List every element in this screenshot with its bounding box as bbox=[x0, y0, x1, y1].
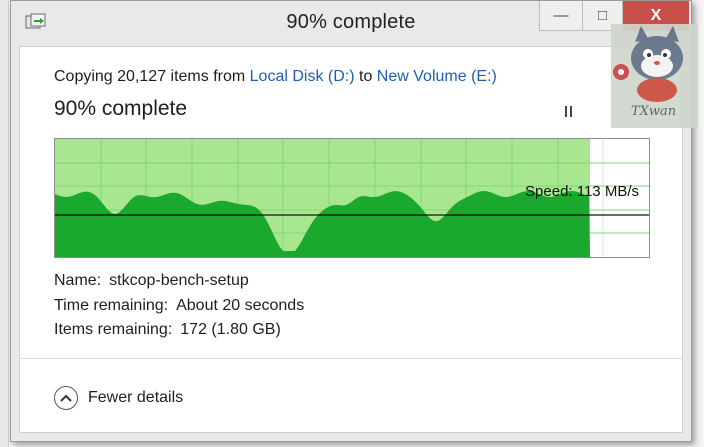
close-icon: X bbox=[650, 7, 662, 24]
copy-summary-connector: to bbox=[354, 68, 377, 85]
detail-items-label: Items remaining: bbox=[54, 321, 173, 338]
detail-items-value: 172 (1.80 GB) bbox=[180, 321, 281, 338]
minimize-button[interactable]: — bbox=[539, 1, 583, 31]
watermark-sticker: TXwan bbox=[611, 24, 698, 128]
copy-summary: Copying 20,127 items from Local Disk (D:… bbox=[54, 68, 497, 86]
fewer-details-label: Fewer details bbox=[88, 389, 184, 406]
destination-link[interactable]: New Volume (E:) bbox=[377, 68, 497, 85]
pause-button[interactable] bbox=[558, 102, 578, 120]
detail-time: Time remaining: About 20 seconds bbox=[54, 297, 304, 315]
detail-time-value: About 20 seconds bbox=[176, 297, 305, 314]
pause-icon bbox=[564, 105, 572, 117]
fewer-details-button[interactable]: Fewer details bbox=[54, 386, 183, 410]
background-window-edge bbox=[0, 0, 9, 447]
cat-mascot-icon bbox=[613, 26, 683, 102]
divider bbox=[20, 358, 682, 359]
copy-summary-prefix: Copying 20,127 items from bbox=[54, 68, 250, 85]
detail-items: Items remaining: 172 (1.80 GB) bbox=[54, 321, 281, 339]
copy-progress-dialog: 90% complete — □ X Copying 20,127 items … bbox=[10, 0, 698, 442]
chevron-up-icon bbox=[54, 386, 78, 410]
detail-name-label: Name: bbox=[54, 272, 102, 289]
watermark-text: TXwan bbox=[631, 104, 677, 119]
source-link[interactable]: Local Disk (D:) bbox=[250, 68, 355, 85]
detail-name-value: stkcop-bench-setup bbox=[109, 272, 249, 289]
detail-time-label: Time remaining: bbox=[54, 297, 169, 314]
maximize-icon: □ bbox=[597, 7, 608, 24]
progress-heading: 90% complete bbox=[54, 97, 188, 120]
dialog-content: Copying 20,127 items from Local Disk (D:… bbox=[19, 46, 683, 433]
minimize-icon: — bbox=[553, 7, 569, 24]
speed-label: Speed: 113 MB/s bbox=[525, 183, 639, 200]
detail-name: Name: stkcop-bench-setup bbox=[54, 272, 249, 290]
title-bar[interactable]: 90% complete — □ X bbox=[11, 1, 691, 46]
throughput-graph: Speed: 113 MB/s bbox=[54, 138, 650, 258]
